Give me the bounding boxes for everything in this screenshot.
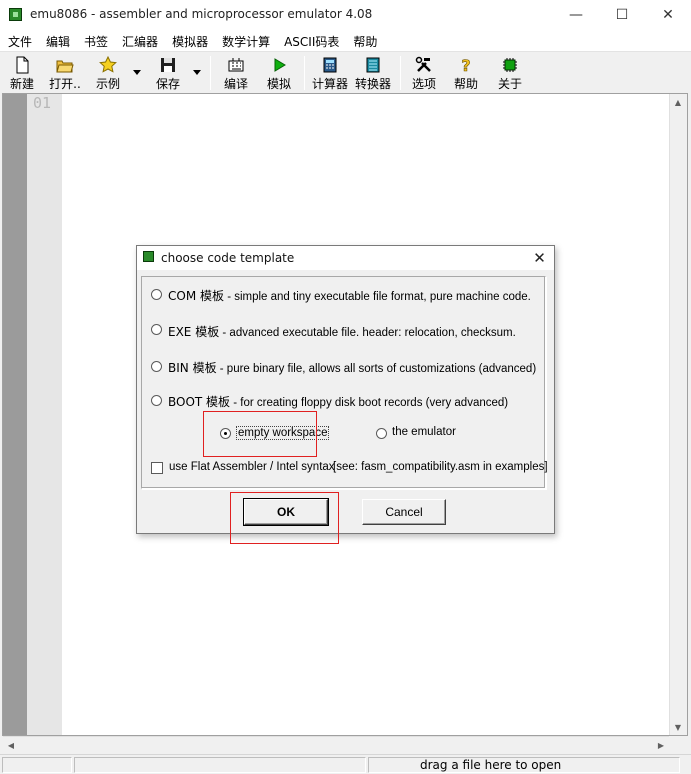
examples-dropdown-arrow-icon[interactable] xyxy=(133,70,141,75)
dialog-close-button[interactable]: ✕ xyxy=(525,246,554,270)
about-label: 关于 xyxy=(497,77,522,91)
radio-bin-template[interactable] xyxy=(151,361,162,372)
star-icon xyxy=(99,55,117,74)
save-label: 保存 xyxy=(155,77,180,91)
com-template-desc: - simple and tiny executable file format… xyxy=(224,291,531,303)
maximize-button[interactable]: ☐ xyxy=(599,0,645,30)
play-icon xyxy=(270,56,288,74)
radio-the-emulator[interactable] xyxy=(376,428,387,439)
dialog-chip-icon xyxy=(143,251,154,262)
calculator-button[interactable]: 计算器 xyxy=(310,54,350,92)
calculator-label: 计算器 xyxy=(311,77,348,91)
help-question-icon: ? xyxy=(457,56,475,76)
about-button[interactable]: 关于 xyxy=(494,54,526,92)
emulate-label: 模拟 xyxy=(266,77,291,91)
exe-template-label[interactable]: EXE 模板 - advanced executable file. heade… xyxy=(168,323,516,340)
editor-breakpoint-gutter[interactable] xyxy=(3,94,27,735)
examples-button[interactable]: 示例 xyxy=(92,54,124,92)
bin-template-name: BIN 模板 xyxy=(168,361,217,375)
examples-label: 示例 xyxy=(95,77,120,91)
com-template-name: COM 模板 xyxy=(168,289,224,303)
highlight-box-ok xyxy=(230,492,339,544)
new-file-icon xyxy=(13,56,31,74)
scrollbar-corner xyxy=(669,736,687,753)
boot-template-label[interactable]: BOOT 模板 - for creating floppy disk boot … xyxy=(168,393,508,410)
svg-text:?: ? xyxy=(461,56,470,74)
minimize-button[interactable]: — xyxy=(553,0,599,30)
new-label: 新建 xyxy=(9,77,34,91)
emulate-button[interactable]: 模拟 xyxy=(263,54,295,92)
help-button[interactable]: ? 帮助 xyxy=(450,54,482,92)
save-dropdown-arrow-icon[interactable] xyxy=(193,70,201,75)
radio-exe-template[interactable] xyxy=(151,324,162,335)
scroll-up-arrow-icon[interactable]: ▲ xyxy=(670,94,686,110)
fasm-label[interactable]: use Flat Assembler / Intel syntax xyxy=(169,461,335,473)
dialog-title: choose code template xyxy=(161,251,295,265)
window-title: emu8086 - assembler and microprocessor e… xyxy=(30,7,373,21)
menu-help[interactable]: 帮助 xyxy=(345,30,383,51)
new-button[interactable]: 新建 xyxy=(6,54,38,92)
open-folder-icon xyxy=(56,56,74,74)
menu-ascii[interactable]: ASCII码表 xyxy=(276,30,345,51)
open-button[interactable]: 打开.. xyxy=(46,54,84,92)
menu-emulator[interactable]: 模拟器 xyxy=(164,30,214,51)
help-label: 帮助 xyxy=(453,77,478,91)
menu-bookmarks[interactable]: 书签 xyxy=(76,30,114,51)
converter-label: 转换器 xyxy=(354,77,391,91)
template-options-group xyxy=(141,276,546,489)
options-button[interactable]: 选项 xyxy=(408,54,440,92)
scroll-right-arrow-icon[interactable]: ▶ xyxy=(653,737,669,753)
exe-template-name: EXE 模板 xyxy=(168,325,220,339)
radio-com-template[interactable] xyxy=(151,289,162,300)
the-emulator-label[interactable]: the emulator xyxy=(392,426,456,438)
menu-file[interactable]: 文件 xyxy=(0,30,38,51)
toolbar: 新建 打开.. 示例 保存 编译 模拟 计算器 转换器 选项 ? 帮助 关于 xyxy=(0,51,691,93)
scroll-left-arrow-icon[interactable]: ◀ xyxy=(3,737,19,753)
compile-button[interactable]: 编译 xyxy=(220,54,252,92)
status-hint: drag a file here to open xyxy=(420,758,562,772)
save-button[interactable]: 保存 xyxy=(152,54,184,92)
fasm-checkbox[interactable] xyxy=(151,462,163,474)
status-cell xyxy=(2,757,72,773)
com-template-label[interactable]: COM 模板 - simple and tiny executable file… xyxy=(168,287,531,304)
exe-template-desc: - advanced executable file. header: relo… xyxy=(219,327,516,339)
close-button[interactable]: ✕ xyxy=(645,0,691,30)
toolbar-separator xyxy=(304,56,305,90)
calculator-icon xyxy=(321,56,339,74)
compile-grid-icon xyxy=(227,56,245,74)
compile-label: 编译 xyxy=(223,77,248,91)
cancel-button[interactable]: Cancel xyxy=(362,499,446,525)
menu-edit[interactable]: 编辑 xyxy=(38,30,76,51)
scroll-down-arrow-icon[interactable]: ▼ xyxy=(670,719,686,735)
converter-icon xyxy=(364,56,382,74)
app-chip-icon xyxy=(9,8,22,21)
highlight-box-empty-workspace xyxy=(203,411,317,457)
bin-template-label[interactable]: BIN 模板 - pure binary file, allows all so… xyxy=(168,359,536,376)
chip-icon xyxy=(501,56,519,74)
options-label: 选项 xyxy=(411,77,436,91)
boot-template-name: BOOT 模板 xyxy=(168,395,231,409)
tools-icon xyxy=(415,56,433,74)
editor-line-number-gutter xyxy=(27,94,62,735)
toolbar-separator xyxy=(400,56,401,90)
floppy-disk-icon xyxy=(159,56,177,74)
vertical-scrollbar[interactable]: ▲ ▼ xyxy=(669,94,687,735)
line-number: 01 xyxy=(33,94,52,112)
status-cell xyxy=(74,757,366,773)
fasm-note: [see: fasm_compatibility.asm in examples… xyxy=(333,461,548,473)
boot-template-desc: - for creating floppy disk boot records … xyxy=(230,397,509,409)
menu-math[interactable]: 数学计算 xyxy=(214,30,276,51)
menu-assembler[interactable]: 汇编器 xyxy=(114,30,164,51)
horizontal-scrollbar[interactable]: ◀ ▶ xyxy=(3,736,669,753)
converter-button[interactable]: 转换器 xyxy=(353,54,393,92)
bin-template-desc: - pure binary file, allows all sorts of … xyxy=(216,363,537,375)
radio-boot-template[interactable] xyxy=(151,395,162,406)
toolbar-separator xyxy=(210,56,211,90)
open-label: 打开.. xyxy=(49,77,81,91)
menu-bar: 文件 编辑 书签 汇编器 模拟器 数学计算 ASCII码表 帮助 xyxy=(0,30,691,51)
